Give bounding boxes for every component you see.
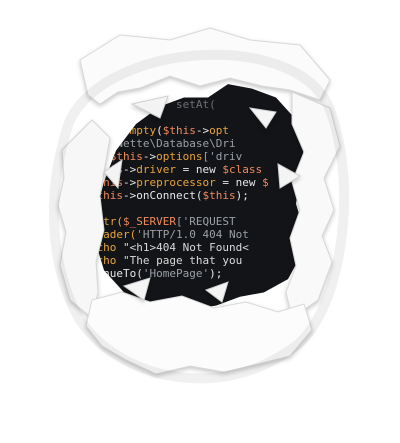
code-token: echo [70, 254, 123, 267]
code-token: $class [222, 163, 263, 176]
code-line: ? 'Nette\Database\Dri [70, 137, 304, 150]
code-token: s = [70, 124, 123, 137]
code-token: -> [195, 124, 210, 137]
code-token: echo [70, 241, 123, 254]
code-token: tinueTo( [70, 267, 143, 280]
code-token: "<h1>404 Not Found< [122, 241, 249, 254]
code-line: tstr($_SERVER['REQUEST [70, 215, 304, 228]
code-token: $this [109, 150, 143, 163]
code-token: ); [235, 189, 249, 202]
code-token: = new [215, 176, 263, 189]
code-token: tstr( [70, 215, 123, 228]
code-token: "The page that you [122, 254, 243, 267]
code-line: $this->onConnect($this); [70, 189, 304, 202]
code-token: $this [89, 189, 123, 202]
code-token: = new [176, 163, 223, 176]
code-token: ? [70, 137, 110, 150]
code-token: opt [209, 124, 229, 137]
code-line: tinueTo('HomePage'); [70, 267, 304, 280]
code-token: $this [89, 176, 123, 189]
code-token: ( [156, 124, 163, 137]
code-token: preprocessor [136, 176, 216, 189]
code-line: $this->preprocessor = new $ [70, 176, 304, 189]
code-token: ; [70, 150, 110, 163]
code-line: echo "<h1>404 Not Found< [70, 241, 304, 254]
code-token: setAt( [70, 98, 216, 111]
code-token: $ [262, 176, 269, 189]
code-line: s = empty($this->opt [70, 124, 304, 137]
code-token: -> [123, 176, 137, 189]
code-token: -> [123, 163, 137, 176]
code-token: 'HomePage' [142, 267, 210, 280]
code-token: -> [142, 150, 157, 163]
code-line: echo "The page that you [70, 254, 304, 267]
code-token: ['REQUEST [175, 215, 236, 228]
code-line: ; $this->options['driv [70, 150, 304, 163]
code-hole: setAt( s = empty($this->opt ? 'Nette\Dat… [70, 84, 304, 311]
code-line: header('HTTP/1.0 404 Not [70, 228, 304, 241]
paper-flap-top [79, 27, 331, 105]
code-line: setAt( [70, 98, 304, 111]
code-token: $this [202, 189, 236, 202]
code-token: driver [136, 163, 176, 176]
code-snippet: setAt( s = empty($this->opt ? 'Nette\Dat… [70, 98, 304, 280]
code-token: empty [122, 124, 157, 137]
code-token: options [156, 150, 203, 163]
torn-paper-illustration: setAt( s = empty($this->opt ? 'Nette\Dat… [0, 0, 400, 443]
code-token: ); [209, 267, 223, 280]
code-token: -> [123, 189, 137, 202]
code-token: ['driv [202, 150, 243, 163]
code-token: $_SERVER [122, 215, 176, 228]
code-token: header( [70, 228, 137, 241]
code-token: 'Nette\Database\Dri [109, 137, 236, 150]
code-token: $this [162, 124, 196, 137]
code-token: 'HTTP/1.0 404 Not [136, 228, 249, 241]
code-token: onConnect( [136, 189, 203, 202]
code-line: $this->driver = new $class [70, 163, 304, 176]
code-token: $this [89, 163, 123, 176]
